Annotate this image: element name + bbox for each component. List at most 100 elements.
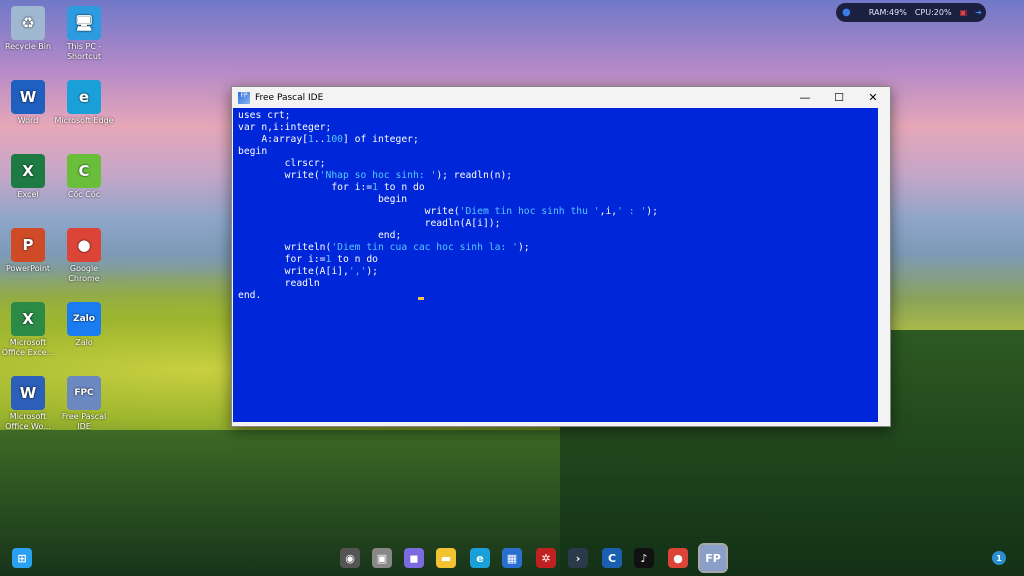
code-text: to n do: [331, 254, 379, 265]
code-line: begin: [238, 146, 874, 158]
code-line: writeln('Diem tin cua cac hoc sinh la: '…: [238, 242, 874, 254]
taskbar-free-pascal-icon[interactable]: FP: [698, 543, 728, 573]
desktop-icon-label: Microsoft Office Exce...: [1, 338, 55, 357]
desktop-icon[interactable]: Zalo Zalo: [54, 302, 114, 348]
notification-badge[interactable]: 1: [992, 551, 1006, 565]
code-text: var n,i:integer;: [238, 122, 332, 133]
code-line: end;: [238, 230, 874, 242]
code-text: readln(A[i]);: [238, 218, 501, 229]
taskbar-tiktok-icon[interactable]: ♪: [634, 548, 654, 568]
code-text: );: [646, 206, 658, 217]
desktop-icon[interactable]: X Microsoft Office Exce...: [0, 302, 58, 358]
taskbar-edge-icon[interactable]: e: [470, 548, 490, 568]
title-bar[interactable]: FP Free Pascal IDE — ☐ ✕: [232, 87, 890, 108]
taskbar-teams-icon[interactable]: ◼: [404, 548, 424, 568]
taskbar-terminal-icon[interactable]: ›: [568, 548, 588, 568]
code-text: uses crt;: [238, 110, 291, 121]
arrow-right-icon[interactable]: ➔: [975, 8, 982, 17]
code-text: for i:=: [238, 254, 326, 265]
desktop-icon[interactable]: W Microsoft Office Wo...: [0, 376, 58, 432]
vertical-scrollbar[interactable]: [878, 108, 889, 422]
desktop-icon[interactable]: X Excel: [0, 154, 58, 200]
code-line: A:array[1..100] of integer;: [238, 134, 874, 146]
taskbar-start-icon[interactable]: ⊞: [12, 548, 32, 568]
desktop-icon-label: Zalo: [75, 338, 93, 347]
code-line: end.: [238, 290, 874, 302]
text-cursor: [418, 297, 424, 300]
desktop-icon[interactable]: 🖥 This PC - Shortcut: [54, 6, 114, 62]
maximize-button[interactable]: ☐: [822, 91, 856, 104]
taskbar-ccleaner-icon[interactable]: C: [602, 548, 622, 568]
code-line: write(A[i],',');: [238, 266, 874, 278]
desktop-icon[interactable]: W Word: [0, 80, 58, 126]
minimize-button[interactable]: —: [788, 91, 822, 104]
desktop-icon-label: Excel: [17, 190, 39, 199]
code-text: );: [517, 242, 530, 253]
code-text: begin: [238, 194, 408, 205]
code-literal: 'Diem tin hoc sinh thu ': [459, 206, 600, 217]
app-icon: X: [11, 154, 45, 188]
desktop-icon[interactable]: e Microsoft Edge: [54, 80, 114, 126]
code-literal: 'Nhap so hoc sinh: ': [319, 170, 437, 181]
code-line: for i:=1 to n do: [238, 254, 874, 266]
desktop-icon-label: Free Pascal IDE: [61, 412, 107, 431]
code-line: begin: [238, 194, 874, 206]
desktop-icon[interactable]: P PowerPoint: [0, 228, 58, 274]
desktop-icon[interactable]: ♻ Recycle Bin: [0, 6, 58, 52]
code-editor[interactable]: uses crt; var n,i:integer; A:array[1..100…: [233, 108, 879, 422]
taskbar-app-red-icon[interactable]: ✲: [536, 548, 556, 568]
code-text: readln: [238, 278, 320, 289]
taskbar-store-icon[interactable]: ▦: [502, 548, 522, 568]
app-icon: FPC: [67, 376, 101, 410]
code-line: clrscr;: [238, 158, 874, 170]
code-line: uses crt;: [238, 110, 874, 122]
system-monitor-widget[interactable]: ● RAM:49% CPU:20% ▣ ➔: [836, 3, 986, 22]
code-text: to n do: [378, 182, 425, 193]
code-literal: ' : ': [617, 206, 647, 217]
code-line: readln(A[i]);: [238, 218, 874, 230]
code-text: write(: [238, 206, 460, 217]
app-icon: e: [67, 80, 101, 114]
desktop-icon[interactable]: FPC Free Pascal IDE: [54, 376, 114, 432]
close-button[interactable]: ✕: [856, 91, 890, 104]
app-icon: 🖥: [67, 6, 101, 40]
code-literal: 'Diem tin cua cac hoc sinh la: ': [331, 242, 518, 253]
camera-icon: ▣: [959, 8, 968, 17]
desktop-icon[interactable]: C Cốc Cốc: [54, 154, 114, 200]
taskbar-file-explorer-icon[interactable]: ▬: [436, 548, 456, 568]
code-text: A:array[: [238, 134, 308, 145]
code-text: end;: [238, 230, 402, 241]
desktop-icon-label: PowerPoint: [5, 264, 51, 273]
code-text: begin: [238, 146, 268, 157]
code-line: for i:=1 to n do: [238, 182, 874, 194]
taskbar-chrome-icon[interactable]: ●: [668, 548, 688, 568]
desktop-icon-label: Microsoft Edge: [54, 116, 114, 125]
taskbar-search-icon[interactable]: ◉: [340, 548, 360, 568]
taskbar: 1 ⊞ ◉ ▣ ◼ ▬ e ▦ ✲ › C ♪ ● FP: [0, 540, 1024, 576]
app-icon: X: [11, 302, 45, 336]
window-title: Free Pascal IDE: [255, 92, 324, 103]
code-text: ,i,: [599, 206, 618, 217]
taskbar-task-view-icon[interactable]: ▣: [372, 548, 392, 568]
cpu-usage: CPU:20%: [914, 8, 952, 17]
free-pascal-window: FP Free Pascal IDE — ☐ ✕ uses crt; var n,…: [231, 86, 891, 427]
code-text: ); readln(n);: [436, 170, 513, 181]
code-literal: ',': [348, 266, 367, 277]
code-line: var n,i:integer;: [238, 122, 874, 134]
code-text: write(A[i],: [238, 266, 349, 277]
desktop-icon-label: Google Chrome: [68, 264, 100, 283]
desktop-icon-label: Word: [17, 116, 39, 125]
app-icon: C: [67, 154, 101, 188]
code-text: for i:=: [238, 182, 373, 193]
desktop-icon[interactable]: ● Google Chrome: [54, 228, 114, 284]
desktop-icon-label: Cốc Cốc: [67, 190, 101, 199]
app-icon: Zalo: [67, 302, 101, 336]
app-icon: P: [11, 228, 45, 262]
desktop-icon-label: This PC - Shortcut: [66, 42, 102, 61]
app-icon: W: [11, 376, 45, 410]
desktop-icon-label: Microsoft Office Wo...: [5, 412, 51, 431]
code-text: end.: [238, 290, 262, 301]
code-line: readln: [238, 278, 874, 290]
app-icon: W: [11, 80, 45, 114]
app-icon: ♻: [11, 6, 45, 40]
